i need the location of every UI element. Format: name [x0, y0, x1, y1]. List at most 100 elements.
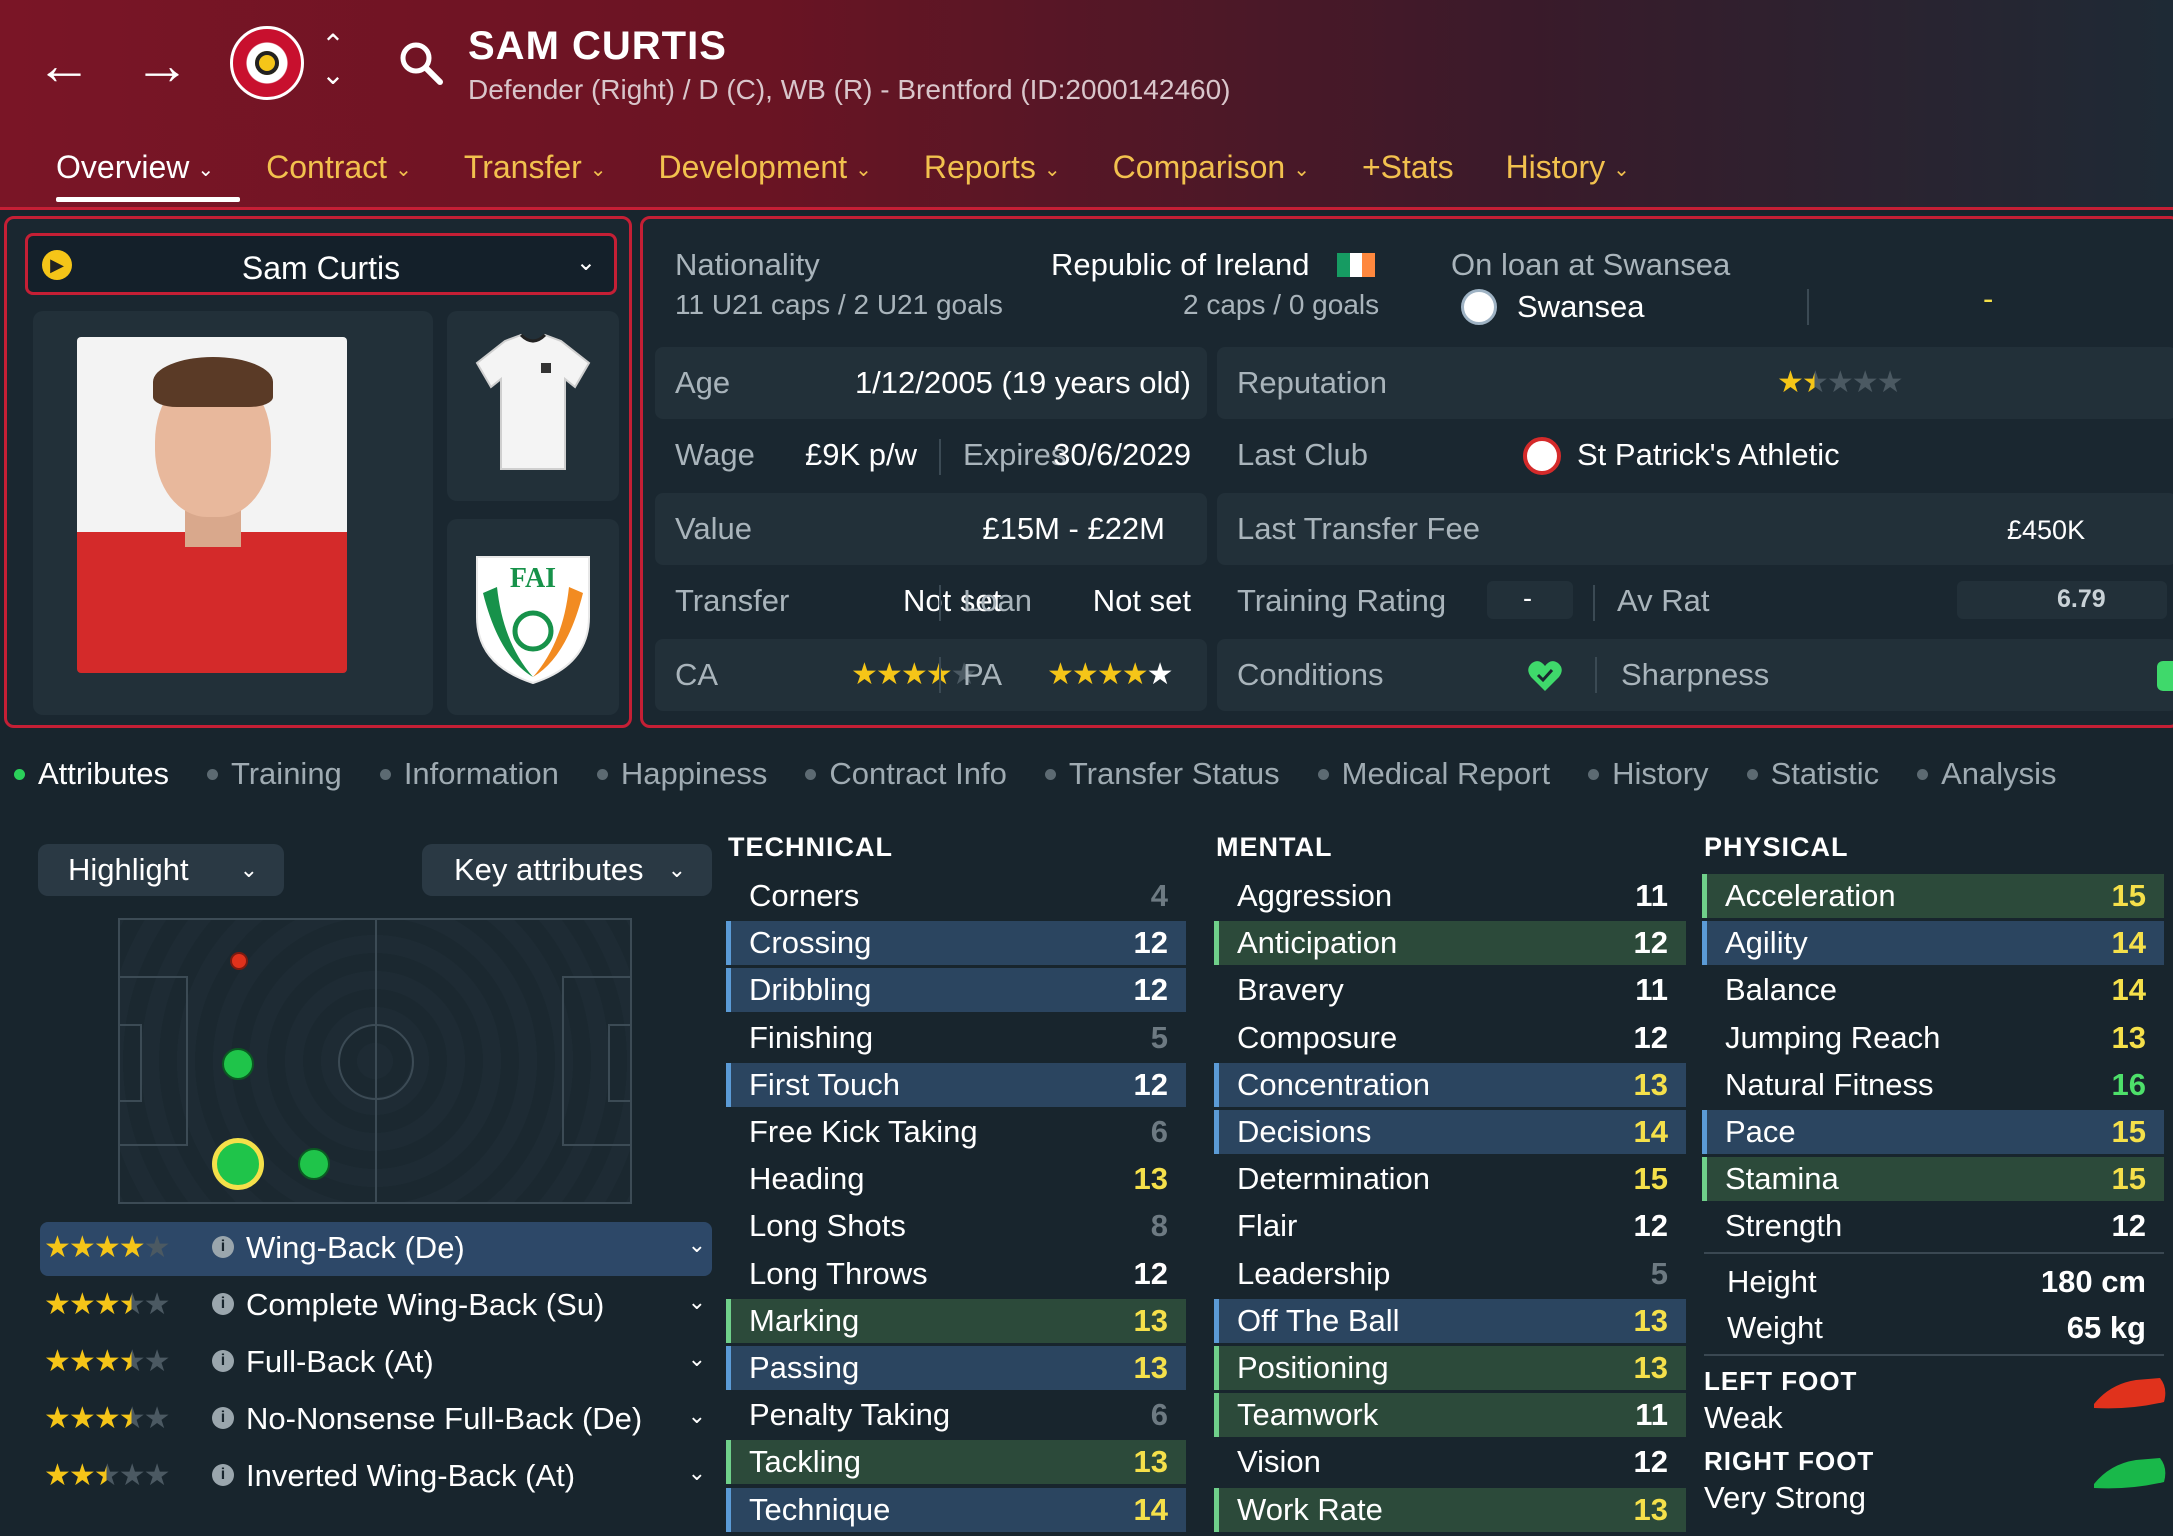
highlight-dropdown[interactable]: Highlight ⌄: [38, 844, 284, 896]
loan-club-value[interactable]: Swansea: [1517, 289, 1645, 325]
key-attributes-label: Key attributes: [454, 852, 644, 887]
subtab-training[interactable]: Training: [206, 756, 342, 792]
subtab-information[interactable]: Information: [379, 756, 559, 792]
info-icon[interactable]: i: [212, 1236, 234, 1258]
nationality-value[interactable]: Republic of Ireland: [1051, 247, 1310, 283]
attribute-row-decisions[interactable]: Decisions 14: [1214, 1110, 1686, 1154]
chevron-down-icon[interactable]: ⌄: [688, 1346, 706, 1372]
weight-label: Weight: [1727, 1310, 1823, 1345]
info-icon[interactable]: i: [212, 1293, 234, 1315]
last-fee-label: Last Transfer Fee: [1237, 511, 1480, 546]
subtab-medical-report[interactable]: Medical Report: [1317, 756, 1550, 792]
attribute-row-crossing[interactable]: Crossing 12: [726, 921, 1186, 966]
attribute-row-teamwork[interactable]: Teamwork 11: [1214, 1393, 1686, 1438]
subtab-history[interactable]: History: [1588, 756, 1709, 792]
loan-value[interactable]: Not set: [1093, 583, 1191, 619]
role-row[interactable]: ★★★★★ i Wing-Back (De) ⌄: [40, 1222, 712, 1276]
attribute-value: 11: [1635, 878, 1668, 913]
tab-stats[interactable]: +Stats: [1336, 145, 1480, 202]
attribute-row-passing[interactable]: Passing 13: [726, 1346, 1186, 1390]
chevron-down-icon: ⌄: [667, 857, 686, 882]
attribute-row-penalty-taking[interactable]: Penalty Taking 6: [726, 1393, 1186, 1437]
attribute-row-strength[interactable]: Strength 12: [1702, 1204, 2164, 1248]
attribute-name: Leadership: [1237, 1255, 1391, 1291]
club-badge-icon[interactable]: [230, 26, 304, 100]
forward-arrow-icon[interactable]: →: [132, 35, 192, 95]
subtab-contract-info[interactable]: Contract Info: [805, 756, 1007, 792]
position-dot-selected[interactable]: [212, 1138, 264, 1190]
attribute-value: 11: [1635, 972, 1668, 1008]
attribute-row-off-the-ball[interactable]: Off The Ball 13: [1214, 1298, 1686, 1343]
chevron-down-icon[interactable]: ⌄: [688, 1460, 706, 1486]
subtab-happiness[interactable]: Happiness: [596, 756, 767, 792]
attribute-row-dribbling[interactable]: Dribbling 12: [726, 968, 1186, 1013]
attribute-row-bravery[interactable]: Bravery 11: [1214, 968, 1686, 1012]
attribute-row-marking[interactable]: Marking 13: [726, 1298, 1186, 1343]
chevron-down-icon[interactable]: ⌄: [688, 1232, 706, 1258]
subtab-analysis[interactable]: Analysis: [1917, 756, 2057, 792]
attribute-row-free-kick-taking[interactable]: Free Kick Taking 6: [726, 1110, 1186, 1154]
attribute-row-determination[interactable]: Determination 15: [1214, 1157, 1686, 1201]
tab-overview[interactable]: Overview ⌄: [30, 145, 241, 202]
attribute-row-work-rate[interactable]: Work Rate 13: [1214, 1487, 1686, 1532]
attribute-row-leadership[interactable]: Leadership 5: [1214, 1252, 1686, 1296]
key-attributes-dropdown[interactable]: Key attributes ⌄: [422, 844, 712, 896]
attribute-row-stamina[interactable]: Stamina 15: [1702, 1157, 2164, 1202]
attribute-row-natural-fitness[interactable]: Natural Fitness 16: [1702, 1063, 2164, 1107]
attribute-row-concentration[interactable]: Concentration 13: [1214, 1062, 1686, 1107]
divider: [939, 439, 941, 475]
attribute-value: 13: [1133, 1444, 1168, 1480]
attribute-row-finishing[interactable]: Finishing 5: [726, 1016, 1186, 1060]
attribute-row-long-shots[interactable]: Long Shots 8: [726, 1204, 1186, 1248]
role-row[interactable]: ★★★★★ i Complete Wing-Back (Su) ⌄: [40, 1279, 712, 1333]
role-row[interactable]: ★★★★★ i Full-Back (At) ⌄: [40, 1336, 712, 1390]
subtab-attributes[interactable]: Attributes: [14, 756, 169, 792]
info-icon[interactable]: i: [212, 1464, 234, 1486]
tab-development[interactable]: Development ⌄: [633, 145, 898, 202]
attribute-row-jumping-reach[interactable]: Jumping Reach 13: [1702, 1016, 2164, 1060]
attribute-row-composure[interactable]: Composure 12: [1214, 1016, 1686, 1060]
kit-shirt-icon: [475, 333, 591, 470]
up-down-chevron-icon[interactable]: ⌃ ⌄: [318, 30, 348, 90]
info-icon[interactable]: i: [212, 1407, 234, 1429]
tab-comparison[interactable]: Comparison ⌄: [1087, 145, 1336, 202]
subtab-transfer-status[interactable]: Transfer Status: [1044, 756, 1280, 792]
tab-history[interactable]: History ⌄: [1480, 145, 1656, 202]
attribute-row-pace[interactable]: Pace 15: [1702, 1110, 2164, 1154]
role-row[interactable]: ★★★★★ i No-Nonsense Full-Back (De) ⌄: [40, 1393, 712, 1447]
role-row[interactable]: ★★★★★ i Inverted Wing-Back (At) ⌄: [40, 1450, 712, 1504]
attribute-row-tackling[interactable]: Tackling 13: [726, 1440, 1186, 1485]
back-arrow-icon[interactable]: ←: [34, 35, 94, 95]
chevron-down-icon[interactable]: ⌄: [688, 1403, 706, 1429]
player-selector-dropdown[interactable]: ▶ Sam Curtis ⌄: [25, 233, 617, 295]
attribute-row-corners[interactable]: Corners 4: [726, 874, 1186, 918]
position-pitch: [118, 918, 632, 1204]
tab-reports[interactable]: Reports ⌄: [898, 145, 1087, 202]
attribute-value: 8: [1150, 1208, 1168, 1244]
tab-contract[interactable]: Contract ⌄: [240, 145, 438, 202]
weight-value: 65 kg: [2066, 1310, 2146, 1345]
tab-label: Reports: [923, 149, 1036, 185]
info-icon[interactable]: i: [212, 1350, 234, 1372]
attribute-row-flair[interactable]: Flair 12: [1214, 1204, 1686, 1248]
role-name: No-Nonsense Full-Back (De): [246, 1401, 643, 1436]
attribute-row-anticipation[interactable]: Anticipation 12: [1214, 921, 1686, 966]
attribute-row-technique[interactable]: Technique 14: [726, 1487, 1186, 1532]
chevron-down-icon[interactable]: ⌄: [688, 1289, 706, 1315]
attribute-row-heading[interactable]: Heading 13: [726, 1157, 1186, 1201]
attribute-row-long-throws[interactable]: Long Throws 12: [726, 1252, 1186, 1296]
attribute-value: 12: [1133, 1066, 1168, 1102]
attribute-row-acceleration[interactable]: Acceleration 15: [1702, 874, 2164, 918]
subtab-statistic[interactable]: Statistic: [1746, 756, 1879, 792]
tab-transfer[interactable]: Transfer ⌄: [438, 145, 633, 202]
last-club-value[interactable]: St Patrick's Athletic: [1577, 437, 1840, 473]
chevron-down-icon: ⌄: [395, 159, 412, 182]
attribute-row-vision[interactable]: Vision 12: [1214, 1440, 1686, 1484]
search-icon[interactable]: [398, 40, 444, 86]
wage-label: Wage: [675, 437, 755, 472]
attribute-row-aggression[interactable]: Aggression 11: [1214, 874, 1686, 918]
attribute-row-balance[interactable]: Balance 14: [1702, 968, 2164, 1012]
attribute-row-positioning[interactable]: Positioning 13: [1214, 1346, 1686, 1390]
attribute-row-first-touch[interactable]: First Touch 12: [726, 1062, 1186, 1107]
attribute-row-agility[interactable]: Agility 14: [1702, 921, 2164, 966]
